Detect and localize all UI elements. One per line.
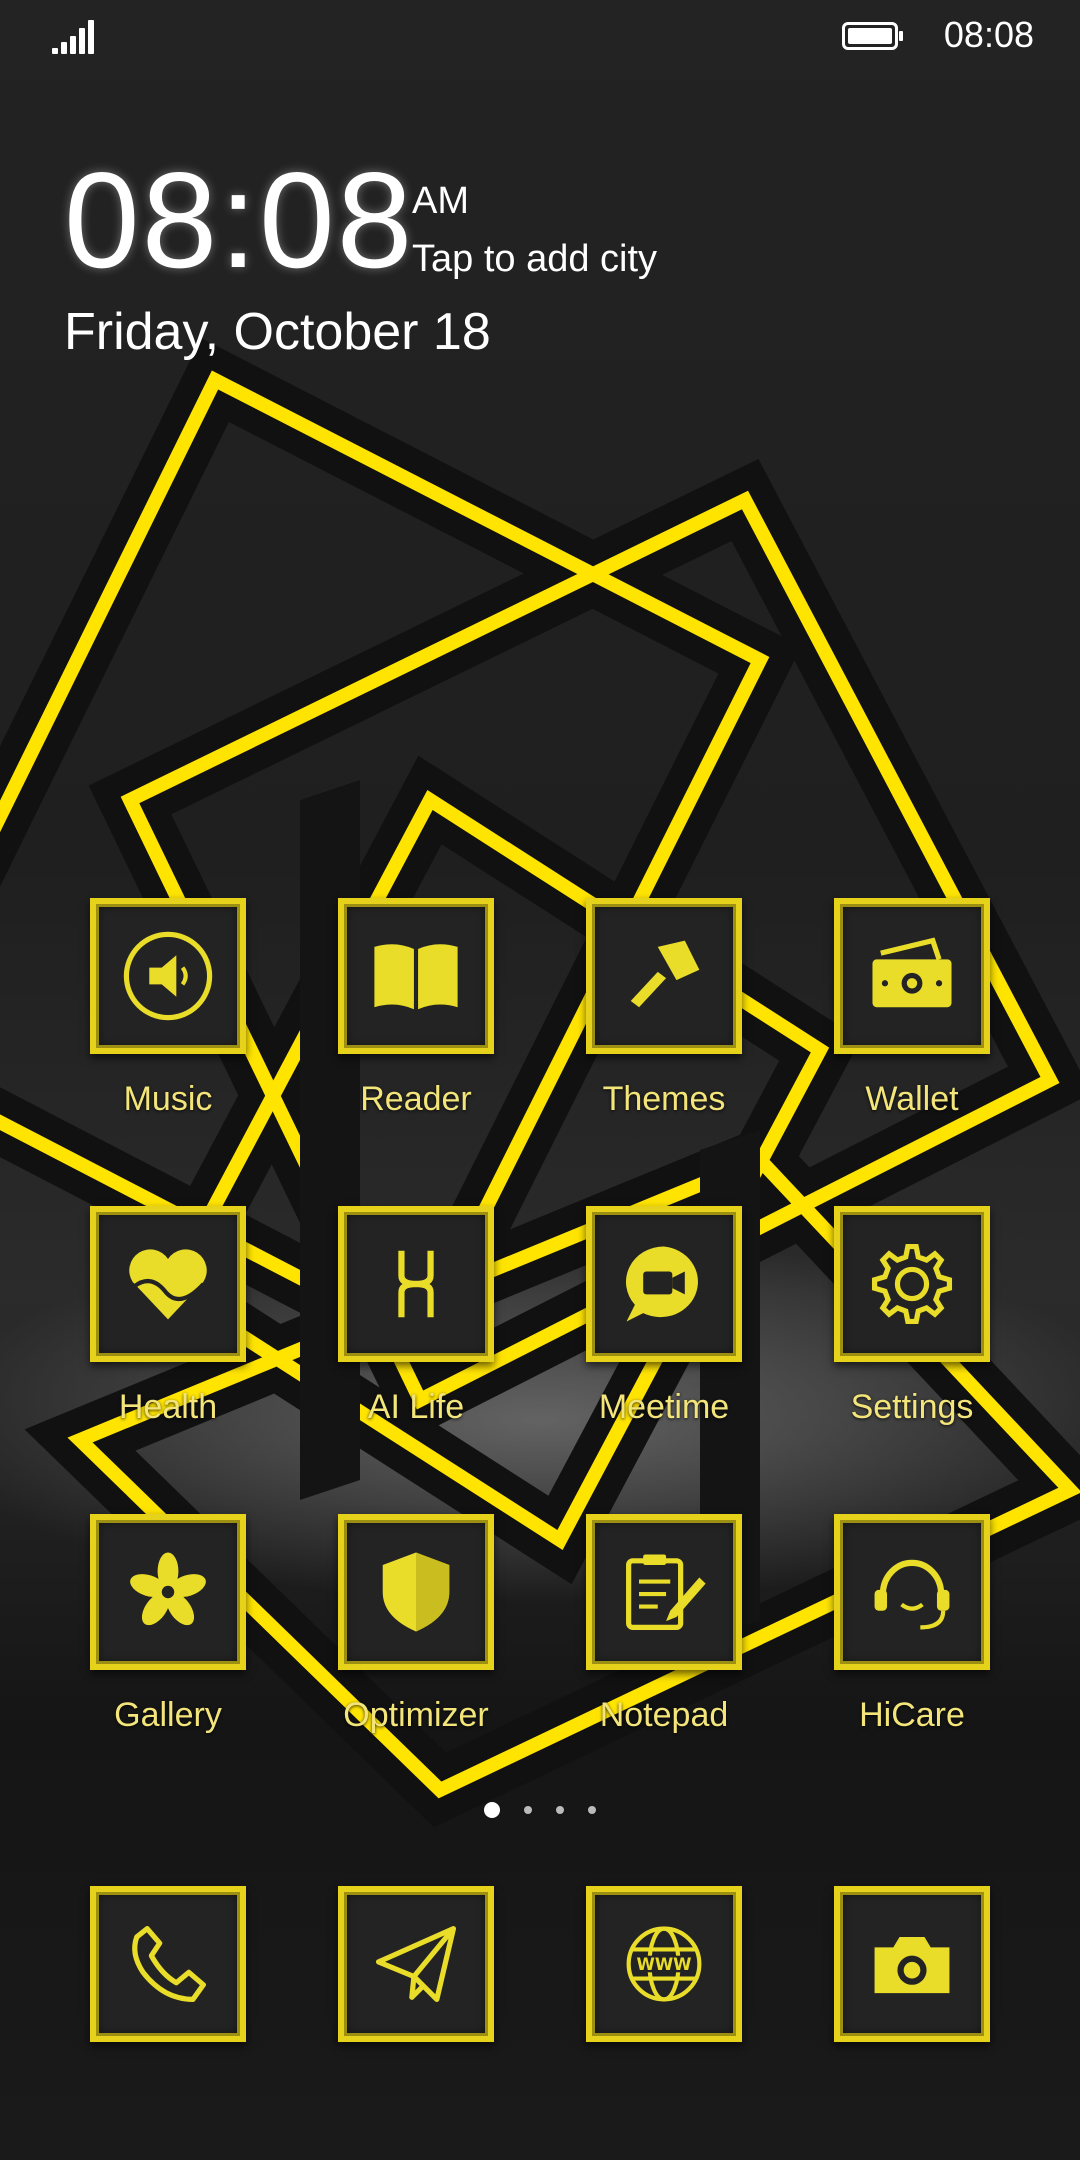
shield-icon bbox=[382, 1552, 450, 1632]
page-dot-1[interactable] bbox=[484, 1802, 500, 1818]
battery-icon bbox=[842, 22, 903, 50]
app-settings[interactable]: Settings bbox=[792, 1206, 992, 1446]
www-globe-icon: WWW bbox=[626, 1926, 702, 2002]
ai-life-icon bbox=[398, 1250, 434, 1318]
clock-ampm: AM bbox=[412, 180, 469, 222]
app-themes[interactable]: Themes bbox=[544, 898, 744, 1138]
app-music[interactable]: Music bbox=[48, 898, 248, 1138]
app-health[interactable]: Health bbox=[48, 1206, 248, 1446]
www-text: WWW bbox=[636, 1955, 691, 1974]
page-dot-4[interactable] bbox=[588, 1806, 596, 1814]
app-optimizer[interactable]: Optimizer bbox=[296, 1514, 496, 1754]
notepad-icon bbox=[626, 1554, 706, 1630]
heart-icon bbox=[129, 1249, 207, 1320]
signal-icon bbox=[50, 18, 94, 54]
status-bar: 08:08 bbox=[0, 0, 1080, 72]
dock-phone[interactable] bbox=[90, 1886, 246, 2042]
paper-plane-icon bbox=[375, 1926, 457, 2002]
headset-icon bbox=[874, 1559, 950, 1630]
clock-time: 08:08 bbox=[64, 144, 415, 296]
app-hicare[interactable]: HiCare bbox=[792, 1514, 992, 1754]
app-meetime[interactable]: Meetime bbox=[544, 1206, 744, 1446]
clock-date: Friday, October 18 bbox=[64, 303, 491, 361]
page-dot-3[interactable] bbox=[556, 1806, 564, 1814]
camera-icon bbox=[874, 1936, 950, 1994]
video-chat-icon bbox=[625, 1246, 698, 1322]
gear-icon bbox=[871, 1243, 953, 1325]
book-icon bbox=[374, 944, 458, 1012]
app-notepad[interactable]: Notepad bbox=[544, 1514, 744, 1754]
paintbrush-icon bbox=[630, 940, 700, 1008]
add-city-link[interactable]: Tap to add city bbox=[412, 238, 657, 281]
status-time: 08:08 bbox=[943, 14, 1034, 55]
dock-camera[interactable] bbox=[834, 1886, 990, 2042]
wallet-icon bbox=[872, 937, 952, 1008]
speaker-icon bbox=[123, 931, 213, 1021]
flower-icon bbox=[130, 1552, 206, 1626]
dock-browser[interactable]: WWW bbox=[586, 1886, 742, 2042]
app-ai-life[interactable]: AI Life bbox=[296, 1206, 496, 1446]
app-reader[interactable]: Reader bbox=[296, 898, 496, 1138]
phone-icon bbox=[132, 1926, 206, 2002]
page-dot-2[interactable] bbox=[524, 1806, 532, 1814]
app-gallery[interactable]: Gallery bbox=[48, 1514, 248, 1754]
dock-messaging[interactable] bbox=[338, 1886, 494, 2042]
app-wallet[interactable]: Wallet bbox=[792, 898, 992, 1138]
